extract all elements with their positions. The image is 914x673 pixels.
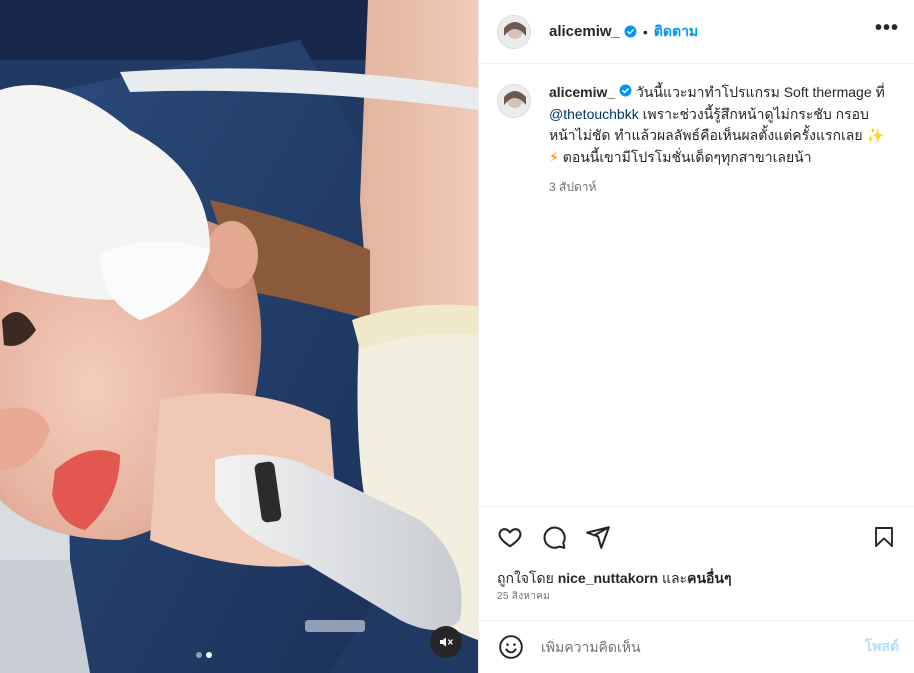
follow-button[interactable]: ติดตาม bbox=[654, 21, 698, 43]
heart-icon bbox=[498, 528, 522, 548]
caption-body-3: ตอนนี้เขามีโปรโมชั่นเด็ดๆทุกสาขาเลยน้า bbox=[558, 148, 812, 165]
others-link[interactable]: คนอื่นๆ bbox=[687, 570, 731, 586]
mute-toggle-button[interactable] bbox=[430, 626, 462, 658]
comment-button[interactable] bbox=[539, 522, 569, 552]
post-photo bbox=[0, 0, 478, 673]
caption-text: alicemiw_ วันนี้แวะมาทำโปรแกรม Soft ther… bbox=[549, 82, 895, 168]
carousel-dot-active[interactable] bbox=[206, 652, 212, 658]
separator: • bbox=[642, 23, 648, 40]
emoji-button[interactable] bbox=[497, 633, 525, 661]
post-media[interactable] bbox=[0, 0, 478, 673]
avatar[interactable] bbox=[497, 14, 531, 49]
verified-badge-icon bbox=[624, 25, 637, 38]
likes-summary: ถูกใจโดย nice_nuttakorn และคนอื่นๆ bbox=[497, 568, 732, 590]
bookmark-icon bbox=[875, 527, 893, 547]
avatar[interactable] bbox=[497, 84, 531, 118]
share-icon bbox=[586, 526, 610, 549]
lightning-emoji: ⚡ bbox=[549, 148, 559, 165]
post-comment-button[interactable]: โพสต์ bbox=[865, 636, 899, 658]
like-button[interactable] bbox=[495, 522, 525, 552]
post-actions-section: ถูกใจโดย nice_nuttakorn และคนอื่นๆ 25 สิ… bbox=[479, 506, 914, 616]
muted-speaker-icon bbox=[440, 637, 453, 647]
caption-username[interactable]: alicemiw_ bbox=[549, 84, 615, 100]
caption-body-1: วันนี้แวะมาทำโปรแกรม Soft thermage ที่ bbox=[632, 84, 885, 100]
caption: alicemiw_ วันนี้แวะมาทำโปรแกรม Soft ther… bbox=[497, 82, 901, 199]
post-date[interactable]: 25 สิงหาคม bbox=[497, 589, 550, 604]
likes-prefix: ถูกใจโดย bbox=[497, 570, 558, 586]
post-sidebar: alicemiw_ • ติดตาม ••• alicemiw_ วันนี้แ… bbox=[478, 0, 914, 673]
carousel-dot[interactable] bbox=[196, 652, 202, 658]
share-button[interactable] bbox=[583, 522, 613, 552]
save-button[interactable] bbox=[869, 522, 899, 552]
comment-bar: โพสต์ bbox=[479, 620, 914, 673]
username-link[interactable]: alicemiw_ bbox=[549, 23, 620, 40]
comment-input[interactable] bbox=[541, 639, 865, 655]
likes-middle: และ bbox=[658, 570, 688, 586]
sparkles-emoji: ✨ bbox=[866, 127, 884, 143]
caption-timestamp[interactable]: 3 สัปดาห์ bbox=[549, 177, 895, 199]
carousel-indicator bbox=[196, 652, 212, 658]
more-options-button[interactable]: ••• bbox=[875, 18, 899, 41]
emoji-icon bbox=[499, 635, 523, 659]
comment-icon bbox=[543, 526, 566, 549]
liker-username-link[interactable]: nice_nuttakorn bbox=[558, 570, 658, 586]
mention-link[interactable]: @thetouchbkk bbox=[549, 106, 639, 122]
action-bar bbox=[495, 522, 899, 552]
verified-badge-icon bbox=[619, 84, 632, 97]
post-dialog: alicemiw_ • ติดตาม ••• alicemiw_ วันนี้แ… bbox=[0, 0, 914, 673]
post-header: alicemiw_ • ติดตาม ••• bbox=[479, 0, 914, 64]
